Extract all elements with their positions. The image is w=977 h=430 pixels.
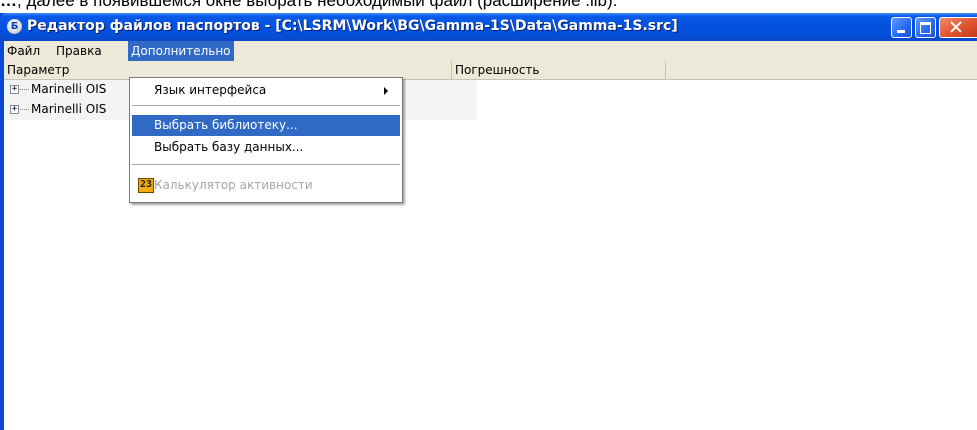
maximize-button[interactable] [915, 17, 936, 38]
menu-bar: Файл Правка Дополнительно [4, 41, 977, 61]
menu-extra[interactable]: Дополнительно [128, 41, 234, 61]
column-header-error[interactable]: Погрешность [452, 61, 666, 79]
menu-edit[interactable]: Правка [53, 41, 105, 61]
menu-item-label: Выбрать библиотеку... [154, 118, 298, 132]
minimize-button[interactable] [891, 17, 912, 38]
menu-separator [132, 105, 400, 106]
document-text-fragment: …, далее в появившемся окне выбрать необ… [0, 0, 977, 13]
tree-connector [20, 89, 29, 90]
calculator-icon: 23 [138, 178, 154, 193]
submenu-arrow-icon [384, 87, 388, 95]
application-window: Б Редактор файлов паспортов - [C:\LSRM\W… [0, 13, 977, 430]
expand-icon[interactable]: + [10, 85, 19, 94]
window-title: Редактор файлов паспортов - [C:\LSRM\Wor… [27, 18, 678, 34]
menu-file[interactable]: Файл [4, 41, 43, 61]
tree-item-label[interactable]: Marinelli OIS [31, 102, 106, 116]
menu-item-activity-calculator: 23 Калькулятор активности [132, 175, 400, 196]
title-bar[interactable]: Б Редактор файлов паспортов - [C:\LSRM\W… [0, 13, 977, 41]
document-text-rest: , далее в появившемся окне выбрать необх… [17, 0, 618, 10]
app-icon[interactable]: Б [7, 19, 22, 34]
menu-item-choose-library[interactable]: Выбрать библиотеку... [132, 115, 400, 136]
menu-item-label: Калькулятор активности [154, 178, 313, 192]
tree-item-label[interactable]: Marinelli OIS [31, 82, 106, 96]
document-text-bold: … [0, 0, 17, 10]
menu-separator [132, 164, 400, 165]
tree-connector [20, 109, 29, 110]
close-button[interactable] [939, 17, 977, 38]
menu-item-choose-database[interactable]: Выбрать базу данных... [132, 137, 400, 158]
menu-item-label: Выбрать базу данных... [154, 140, 304, 154]
menu-item-label: Язык интерфейса [154, 83, 267, 97]
expand-icon[interactable]: + [10, 105, 19, 114]
menu-item-interface-language[interactable]: Язык интерфейса [132, 80, 400, 101]
extra-dropdown-menu: Язык интерфейса Выбрать библиотеку... Вы… [129, 77, 403, 203]
